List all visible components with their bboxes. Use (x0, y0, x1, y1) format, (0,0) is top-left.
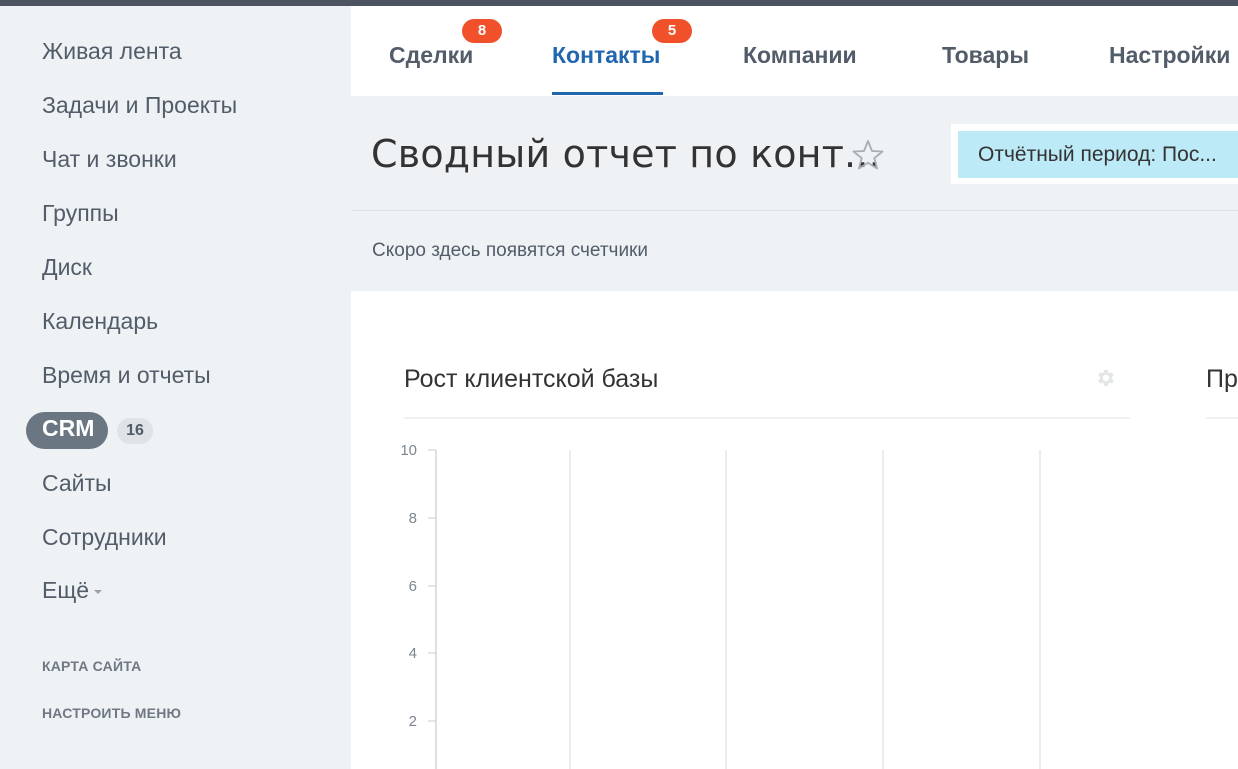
y-tick-label: 8 (409, 510, 417, 527)
y-tick-label: 2 (409, 713, 417, 730)
y-tick-label: 10 (400, 442, 417, 459)
client-growth-chart: 2 4 6 8 10 (400, 442, 1041, 769)
y-tick-label: 4 (409, 645, 417, 662)
y-tick-label: 6 (409, 578, 417, 595)
